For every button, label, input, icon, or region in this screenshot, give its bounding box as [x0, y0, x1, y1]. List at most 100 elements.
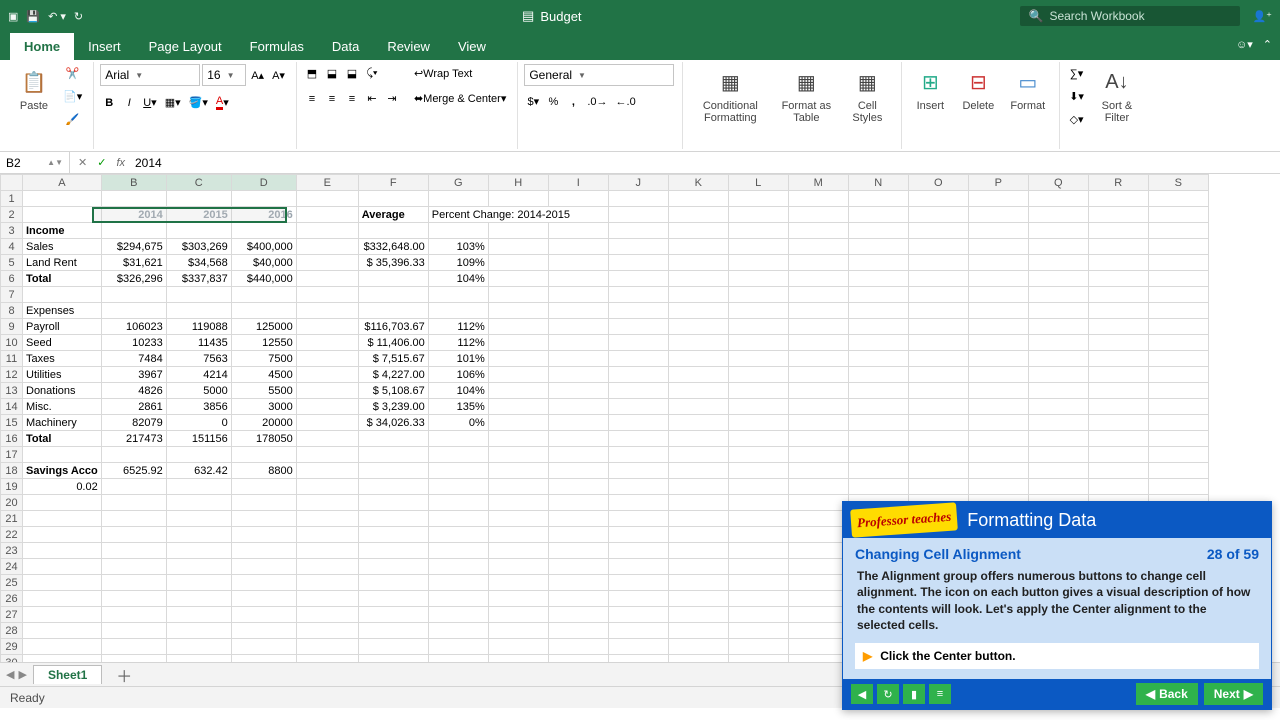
cell[interactable]	[101, 655, 166, 663]
cell[interactable]	[428, 191, 488, 207]
cell[interactable]	[296, 255, 358, 271]
cell[interactable]: 6525.92	[101, 463, 166, 479]
cell[interactable]	[788, 479, 848, 495]
cell[interactable]	[1088, 383, 1148, 399]
col-header[interactable]: C	[166, 175, 231, 191]
cell[interactable]	[1148, 223, 1208, 239]
cell[interactable]	[488, 319, 548, 335]
cell[interactable]: Land Rent	[23, 255, 102, 271]
cell[interactable]	[608, 191, 668, 207]
save-icon[interactable]: 💾	[26, 10, 40, 23]
cell[interactable]	[968, 255, 1028, 271]
cell[interactable]	[728, 399, 788, 415]
currency-icon[interactable]: $▾	[524, 92, 542, 111]
cell[interactable]	[1088, 367, 1148, 383]
cell[interactable]	[548, 623, 608, 639]
cell[interactable]	[231, 575, 296, 591]
cell[interactable]: 103%	[428, 239, 488, 255]
cell[interactable]	[101, 591, 166, 607]
cell[interactable]	[166, 511, 231, 527]
row-header[interactable]: 27	[1, 607, 23, 623]
cell[interactable]	[548, 511, 608, 527]
cell[interactable]	[608, 207, 668, 223]
cell[interactable]	[488, 415, 548, 431]
align-center-icon[interactable]: ≡	[323, 90, 341, 108]
cell[interactable]	[166, 191, 231, 207]
cell[interactable]: $31,621	[101, 255, 166, 271]
wrap-text-button[interactable]: ↩ Wrap Text	[411, 64, 475, 83]
cell[interactable]	[548, 367, 608, 383]
cell[interactable]	[101, 607, 166, 623]
cell[interactable]	[728, 207, 788, 223]
cell[interactable]	[668, 591, 728, 607]
cut-icon[interactable]: ✂️	[60, 64, 85, 83]
cell[interactable]: 106023	[101, 319, 166, 335]
cell[interactable]	[668, 335, 728, 351]
row-header[interactable]: 8	[1, 303, 23, 319]
row-header[interactable]: 13	[1, 383, 23, 399]
cell[interactable]	[1148, 255, 1208, 271]
row-header[interactable]: 28	[1, 623, 23, 639]
cell[interactable]	[668, 415, 728, 431]
row-header[interactable]: 18	[1, 463, 23, 479]
cell[interactable]	[728, 415, 788, 431]
cell[interactable]	[608, 495, 668, 511]
sheet-tab[interactable]: Sheet1	[33, 665, 102, 684]
cell[interactable]	[1088, 223, 1148, 239]
cell[interactable]	[908, 463, 968, 479]
cell[interactable]	[908, 191, 968, 207]
cell[interactable]: Sales	[23, 239, 102, 255]
cell[interactable]	[358, 575, 428, 591]
cell[interactable]: $34,568	[166, 255, 231, 271]
cell[interactable]	[296, 623, 358, 639]
cell[interactable]	[548, 271, 608, 287]
cell[interactable]	[296, 415, 358, 431]
format-button[interactable]: ▭Format	[1004, 64, 1051, 114]
cell[interactable]	[428, 543, 488, 559]
cell[interactable]	[428, 623, 488, 639]
cell[interactable]	[1088, 271, 1148, 287]
cell[interactable]	[668, 511, 728, 527]
cell[interactable]	[788, 463, 848, 479]
cell[interactable]	[668, 575, 728, 591]
cell[interactable]	[788, 447, 848, 463]
row-header[interactable]: 3	[1, 223, 23, 239]
cell[interactable]	[296, 271, 358, 287]
col-header[interactable]: S	[1148, 175, 1208, 191]
cell[interactable]	[548, 639, 608, 655]
cell[interactable]	[166, 223, 231, 239]
cell[interactable]	[728, 543, 788, 559]
cell[interactable]	[428, 527, 488, 543]
cell[interactable]	[968, 479, 1028, 495]
cell[interactable]: Income	[23, 223, 102, 239]
col-header[interactable]: B	[101, 175, 166, 191]
cell[interactable]	[1088, 255, 1148, 271]
cell[interactable]	[548, 527, 608, 543]
cell[interactable]	[608, 319, 668, 335]
cell[interactable]	[488, 543, 548, 559]
cell[interactable]	[488, 367, 548, 383]
cell[interactable]: 2014	[101, 207, 166, 223]
cell[interactable]	[908, 239, 968, 255]
cell[interactable]: 112%	[428, 319, 488, 335]
cell[interactable]	[231, 511, 296, 527]
cell[interactable]: 4826	[101, 383, 166, 399]
row-header[interactable]: 9	[1, 319, 23, 335]
col-header[interactable]: F	[358, 175, 428, 191]
cell[interactable]	[101, 543, 166, 559]
cell[interactable]	[968, 191, 1028, 207]
cell[interactable]	[101, 191, 166, 207]
comma-icon[interactable]: ,	[564, 93, 582, 111]
cell[interactable]	[231, 655, 296, 663]
align-left-icon[interactable]: ≡	[303, 90, 321, 108]
cell[interactable]	[848, 463, 908, 479]
cell[interactable]	[608, 367, 668, 383]
cell[interactable]	[1148, 351, 1208, 367]
cell[interactable]	[908, 431, 968, 447]
cell[interactable]: 7484	[101, 351, 166, 367]
cell[interactable]	[358, 527, 428, 543]
cell[interactable]: $440,000	[231, 271, 296, 287]
cancel-icon[interactable]: ✕	[78, 156, 87, 169]
cell[interactable]	[428, 463, 488, 479]
cell[interactable]	[1148, 383, 1208, 399]
